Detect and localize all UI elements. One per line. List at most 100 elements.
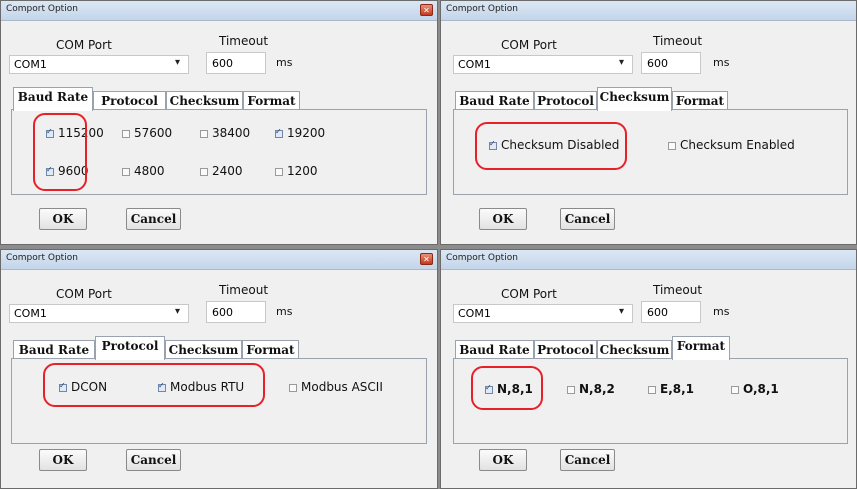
com-port-select[interactable]: COM1 ▾ <box>453 55 633 74</box>
dialog-title: Comport Option <box>446 253 518 263</box>
checkbox-checked-icon[interactable] <box>275 127 283 138</box>
checkbox-unchecked-icon[interactable] <box>648 386 656 394</box>
checkbox-format-n82[interactable]: N,8,2 <box>567 382 615 396</box>
tab-baud-rate[interactable]: Baud Rate <box>13 340 95 359</box>
checkbox-unchecked-icon[interactable] <box>289 384 297 392</box>
tab-protocol[interactable]: Protocol <box>534 340 597 359</box>
checkbox-unchecked-icon[interactable] <box>668 142 676 150</box>
com-port-label: COM Port <box>56 287 112 301</box>
checkbox-unchecked-icon[interactable] <box>731 386 739 394</box>
ok-button[interactable]: OK <box>479 449 527 471</box>
checkbox-unchecked-icon[interactable] <box>275 168 283 176</box>
tab-checksum[interactable]: Checksum <box>165 340 242 359</box>
timeout-label: Timeout <box>653 283 703 297</box>
checkbox-baud-4800[interactable]: 4800 <box>122 164 165 178</box>
checkbox-unchecked-icon[interactable] <box>200 130 208 138</box>
ok-button[interactable]: OK <box>39 208 87 230</box>
tab-baud-rate[interactable]: Baud Rate <box>13 87 93 111</box>
com-port-select[interactable]: COM1 ▾ <box>9 55 189 74</box>
highlight-annotation <box>43 363 265 407</box>
checkbox-format-e81[interactable]: E,8,1 <box>648 382 694 396</box>
tab-format[interactable]: Format <box>672 336 730 360</box>
title-bar[interactable]: Comport Option ✕ <box>1 250 437 270</box>
checkbox-baud-57600[interactable]: 57600 <box>122 126 172 140</box>
dialog-title: Comport Option <box>6 4 78 14</box>
com-port-label: COM Port <box>56 38 112 52</box>
highlight-annotation <box>471 366 543 410</box>
dropdown-arrow-icon[interactable]: ▾ <box>619 306 624 317</box>
title-bar[interactable]: Comport Option <box>441 250 856 270</box>
timeout-value: 600 <box>647 306 668 319</box>
tab-format[interactable]: Format <box>243 91 300 110</box>
title-bar[interactable]: Comport Option ✕ <box>1 1 437 21</box>
timeout-label: Timeout <box>219 283 269 297</box>
dropdown-arrow-icon[interactable]: ▾ <box>175 57 180 68</box>
tab-protocol[interactable]: Protocol <box>534 91 597 110</box>
comport-dialog-protocol: Comport Option ✕ COM Port Timeout COM1 ▾… <box>0 249 438 489</box>
timeout-value: 600 <box>212 57 233 70</box>
timeout-unit: ms <box>276 56 293 69</box>
com-port-value: COM1 <box>14 58 47 71</box>
cancel-button[interactable]: Cancel <box>560 208 615 230</box>
checkbox-label: 2400 <box>212 164 243 178</box>
com-port-label: COM Port <box>501 287 557 301</box>
checkbox-label: 1200 <box>287 164 318 178</box>
ok-button[interactable]: OK <box>479 208 527 230</box>
com-port-select[interactable]: COM1 ▾ <box>9 304 189 323</box>
dialog-title: Comport Option <box>446 4 518 14</box>
comport-dialog-format: Comport Option COM Port Timeout COM1 ▾ 6… <box>440 249 857 489</box>
checkbox-unchecked-icon[interactable] <box>567 386 575 394</box>
checkbox-label: E,8,1 <box>660 382 695 396</box>
timeout-unit: ms <box>713 56 730 69</box>
com-port-value: COM1 <box>458 307 491 320</box>
tab-baud-rate[interactable]: Baud Rate <box>455 340 534 359</box>
checkbox-format-o81[interactable]: O,8,1 <box>731 382 779 396</box>
timeout-input[interactable]: 600 <box>206 301 266 323</box>
checkbox-unchecked-icon[interactable] <box>122 130 130 138</box>
checkbox-label: N,8,2 <box>579 382 615 396</box>
tab-format[interactable]: Format <box>242 340 299 359</box>
cancel-button[interactable]: Cancel <box>126 208 181 230</box>
close-button[interactable]: ✕ <box>420 253 433 265</box>
checkbox-label: O,8,1 <box>743 382 779 396</box>
checkbox-baud-1200[interactable]: 1200 <box>275 164 318 178</box>
checkbox-label: Checksum Enabled <box>680 138 795 152</box>
dropdown-arrow-icon[interactable]: ▾ <box>619 57 624 68</box>
tab-format[interactable]: Format <box>672 91 728 110</box>
checkbox-baud-19200[interactable]: 19200 <box>275 126 325 140</box>
checkbox-label: 57600 <box>134 126 173 140</box>
checkbox-label: 4800 <box>134 164 165 178</box>
tab-baud-rate[interactable]: Baud Rate <box>455 91 534 110</box>
timeout-input[interactable]: 600 <box>641 52 701 74</box>
checkbox-unchecked-icon[interactable] <box>200 168 208 176</box>
tab-protocol[interactable]: Protocol <box>93 91 166 110</box>
cancel-button[interactable]: Cancel <box>126 449 181 471</box>
com-port-value: COM1 <box>458 58 491 71</box>
checkbox-label: Modbus ASCII <box>301 380 383 394</box>
ok-button[interactable]: OK <box>39 449 87 471</box>
cancel-button[interactable]: Cancel <box>560 449 615 471</box>
timeout-value: 600 <box>647 57 668 70</box>
com-port-label: COM Port <box>501 38 557 52</box>
comport-dialog-baud-rate: Comport Option ✕ COM Port Timeout COM1 ▾… <box>0 0 438 245</box>
timeout-label: Timeout <box>653 34 703 48</box>
timeout-unit: ms <box>713 305 730 318</box>
checkbox-unchecked-icon[interactable] <box>122 168 130 176</box>
tab-protocol[interactable]: Protocol <box>95 336 165 360</box>
checkbox-modbus-ascii[interactable]: Modbus ASCII <box>289 380 383 394</box>
com-port-select[interactable]: COM1 ▾ <box>453 304 633 323</box>
highlight-annotation <box>475 122 627 170</box>
checkbox-baud-2400[interactable]: 2400 <box>200 164 243 178</box>
dropdown-arrow-icon[interactable]: ▾ <box>175 306 180 317</box>
checkbox-baud-38400[interactable]: 38400 <box>200 126 250 140</box>
checkbox-label: 19200 <box>287 126 326 140</box>
close-button[interactable]: ✕ <box>420 4 433 16</box>
timeout-input[interactable]: 600 <box>641 301 701 323</box>
timeout-input[interactable]: 600 <box>206 52 266 74</box>
checkbox-checksum-enabled[interactable]: Checksum Enabled <box>668 138 795 152</box>
tab-checksum[interactable]: Checksum <box>597 340 672 359</box>
dialog-title: Comport Option <box>6 253 78 263</box>
tab-checksum[interactable]: Checksum <box>166 91 243 110</box>
tab-checksum[interactable]: Checksum <box>597 87 672 111</box>
title-bar[interactable]: Comport Option <box>441 1 856 21</box>
